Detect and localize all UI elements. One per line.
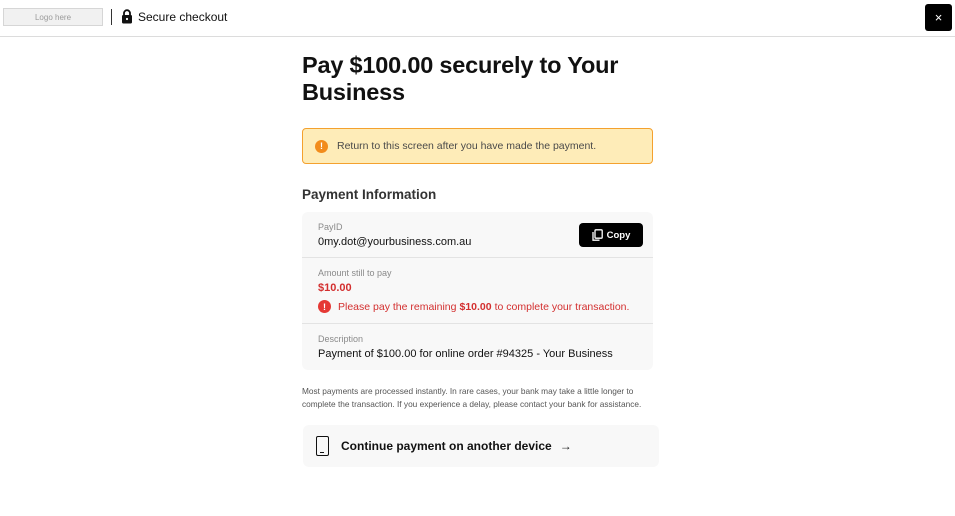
copy-icon: [591, 229, 603, 241]
close-button[interactable]: ×: [925, 4, 952, 31]
payment-info-card: PayID 0my.dot@yourbusiness.com.au Copy A…: [302, 212, 653, 370]
top-bar: Logo here Secure checkout ×: [0, 0, 955, 37]
secure-checkout-text: Secure checkout: [138, 9, 228, 24]
description-value: Payment of $100.00 for online order #943…: [318, 348, 613, 360]
continue-on-another-device-button[interactable]: Continue payment on another device →: [303, 425, 659, 467]
arrow-right-icon: →: [559, 439, 572, 453]
description-row: Description Payment of $100.00 for onlin…: [302, 324, 653, 370]
copy-label: Copy: [606, 229, 631, 241]
amount-label: Amount still to pay: [318, 268, 392, 278]
lock-icon: [121, 9, 133, 24]
alert-text: Return to this screen after you have mad…: [337, 140, 597, 152]
page-title: Pay $100.00 securely to Your Business: [302, 52, 619, 105]
payid-value: 0my.dot@yourbusiness.com.au: [318, 236, 472, 248]
error-icon: !: [318, 300, 331, 313]
phone-icon: [316, 436, 329, 456]
amount-row: Amount still to pay $10.00 ! Please pay …: [302, 258, 653, 324]
header-divider: [111, 9, 112, 25]
payid-label: PayID: [318, 222, 343, 232]
description-label: Description: [318, 334, 364, 344]
warning-icon: !: [315, 139, 328, 153]
payid-row: PayID 0my.dot@yourbusiness.com.au Copy: [302, 212, 653, 258]
payment-alert: ! Return to this screen after you have m…: [302, 128, 653, 164]
error-amount: $10.00: [459, 300, 492, 313]
amount-value: $10.00: [318, 282, 352, 294]
section-title: Payment Information: [302, 187, 437, 202]
copy-button[interactable]: Copy: [579, 223, 643, 247]
secure-checkout-label: Secure checkout: [121, 9, 227, 24]
continue-label: Continue payment on another device: [341, 439, 552, 453]
error-suffix: to complete your transaction.: [494, 300, 630, 313]
processing-note: Most payments are processed instantly. I…: [302, 386, 642, 409]
close-icon: ×: [934, 10, 943, 25]
amount-error: ! Please pay the remaining $10.00 to com…: [318, 300, 629, 313]
error-prefix: Please pay the remaining: [338, 300, 457, 313]
logo: Logo here: [3, 8, 103, 26]
